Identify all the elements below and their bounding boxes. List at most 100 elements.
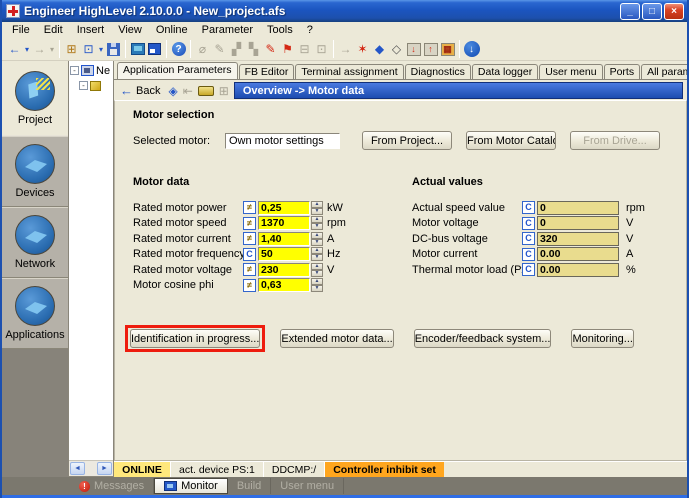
quantity-stepper[interactable]: ▲▼ bbox=[311, 232, 323, 246]
navigate-diamond-icon[interactable]: ◈ bbox=[168, 84, 177, 98]
rated-motor-speed-field[interactable] bbox=[258, 216, 310, 230]
tab-fb-editor[interactable]: FB Editor bbox=[239, 64, 295, 79]
unit-label: kW bbox=[327, 202, 343, 214]
pen-tool-icon[interactable]: ✎ bbox=[211, 40, 228, 58]
extended-motor-data-button[interactable]: Extended motor data... bbox=[280, 329, 393, 348]
select-tool-icon[interactable]: ▞ bbox=[228, 40, 245, 58]
motor-cosine-phi-field[interactable] bbox=[258, 278, 310, 292]
from-project-button[interactable]: From Project... bbox=[362, 131, 452, 150]
close-button[interactable]: × bbox=[664, 3, 684, 20]
scroll-left-icon[interactable]: ◄ bbox=[70, 462, 85, 475]
breadcrumb: Overview -> Motor data bbox=[234, 82, 683, 99]
tab-all-parameters[interactable]: All parameters bbox=[641, 64, 689, 79]
menu-file[interactable]: File bbox=[5, 23, 37, 37]
open-project-icon[interactable]: ⊡ bbox=[80, 40, 97, 58]
content-area: Application Parameters FB Editor Termina… bbox=[114, 61, 687, 477]
identification-button[interactable]: Identification in progress... bbox=[130, 329, 260, 348]
menu-view[interactable]: View bbox=[111, 23, 149, 37]
upload-parameters-icon[interactable]: ↑ bbox=[422, 40, 439, 58]
back-arrow-icon[interactable]: ← bbox=[6, 40, 23, 58]
controller-indicator-icon: C bbox=[522, 201, 535, 214]
tab-terminal-assignment[interactable]: Terminal assignment bbox=[295, 64, 403, 79]
edit-online-icon[interactable]: ✎ bbox=[262, 40, 279, 58]
detach-window-icon[interactable]: ⊞ bbox=[219, 84, 229, 98]
from-motor-catalogue-button[interactable]: From Motor Catalogue... bbox=[466, 131, 556, 150]
open-dropdown-icon[interactable]: ▾ bbox=[97, 40, 105, 58]
menu-help[interactable]: ? bbox=[300, 23, 320, 37]
spin-up-icon: ▲ bbox=[311, 247, 323, 254]
tab-application-parameters[interactable]: Application Parameters bbox=[117, 62, 238, 79]
apply-icon[interactable]: → bbox=[337, 40, 354, 58]
back-button[interactable]: ← Back bbox=[117, 83, 163, 98]
quantity-stepper[interactable]: ▲▼ bbox=[311, 216, 323, 230]
connect-icon[interactable]: ↓ bbox=[463, 40, 480, 58]
rated-motor-current-field[interactable] bbox=[258, 232, 310, 246]
tab-messages[interactable]: ! Messages bbox=[70, 478, 154, 494]
return-view-icon[interactable]: ⇤ bbox=[183, 84, 193, 98]
parameter-label: Thermal motor load (PxI) bbox=[412, 264, 522, 276]
monitor-window-icon[interactable] bbox=[129, 40, 146, 58]
tab-monitor[interactable]: Monitor bbox=[154, 478, 228, 494]
login-icon[interactable]: ◆ bbox=[371, 40, 388, 58]
tab-build[interactable]: Build bbox=[228, 478, 271, 494]
quantity-stepper[interactable]: ▲▼ bbox=[311, 263, 323, 277]
quantity-stepper[interactable]: ▲▼ bbox=[311, 278, 323, 292]
device-node-icon bbox=[90, 81, 101, 91]
menu-edit[interactable]: Edit bbox=[37, 23, 70, 37]
quantity-stepper[interactable]: ▲▼ bbox=[311, 247, 323, 261]
logout-icon[interactable]: ◇ bbox=[388, 40, 405, 58]
save-icon[interactable] bbox=[105, 40, 122, 58]
menu-parameter[interactable]: Parameter bbox=[195, 23, 260, 37]
quantity-stepper[interactable]: ▲▼ bbox=[311, 201, 323, 215]
rated-motor-voltage-field[interactable] bbox=[258, 263, 310, 277]
tab-user-menu[interactable]: User menu bbox=[539, 64, 602, 79]
workspace-panel-icon[interactable] bbox=[146, 40, 163, 58]
toolbar-separator bbox=[190, 40, 191, 58]
tree-horizontal-scrollbar[interactable]: ◄ ► bbox=[69, 460, 113, 476]
tree-root-node[interactable]: - Ne bbox=[70, 63, 113, 78]
tree-child-node[interactable]: - bbox=[70, 78, 113, 93]
tab-diagnostics[interactable]: Diagnostics bbox=[405, 64, 471, 79]
new-project-icon[interactable]: ⊞ bbox=[63, 40, 80, 58]
download-parameters-icon[interactable]: ↓ bbox=[405, 40, 422, 58]
maximize-button[interactable]: □ bbox=[642, 3, 662, 20]
keyboard-icon[interactable] bbox=[198, 86, 214, 96]
parameter-label: Motor voltage bbox=[412, 217, 522, 229]
toolbar: ← ▾ → ▾ ⊞ ⊡ ▾ ? ⌀ ✎ ▞ ▚ ✎ ⚑ ⊟ ⊡ → ✶ ◆ ◇ … bbox=[2, 38, 687, 61]
tab-ports[interactable]: Ports bbox=[604, 64, 641, 79]
sidebar-item-devices[interactable]: Devices bbox=[2, 136, 68, 207]
rated-motor-frequency-field[interactable] bbox=[258, 247, 310, 261]
monitoring-button[interactable]: Monitoring... bbox=[571, 329, 634, 348]
menu-tools[interactable]: Tools bbox=[260, 23, 300, 37]
zoom-tool-icon[interactable]: ⌀ bbox=[194, 40, 211, 58]
status-bar: ONLINE act. device PS:1 DDCMP:/ Controll… bbox=[114, 461, 687, 477]
cascade-windows-icon[interactable]: ⊡ bbox=[313, 40, 330, 58]
parameter-row: Motor current C A bbox=[412, 247, 686, 263]
forward-dropdown-icon[interactable]: ▾ bbox=[48, 40, 56, 58]
menu-online[interactable]: Online bbox=[149, 23, 195, 37]
menu-insert[interactable]: Insert bbox=[70, 23, 112, 37]
tile-windows-icon[interactable]: ⊟ bbox=[296, 40, 313, 58]
help-icon[interactable]: ? bbox=[170, 40, 187, 58]
sidebar-item-network[interactable]: Network bbox=[2, 207, 68, 278]
insert-flag-icon[interactable]: ⚑ bbox=[279, 40, 296, 58]
thermal-motor-load-field bbox=[537, 263, 619, 277]
rated-motor-power-field[interactable] bbox=[258, 201, 310, 215]
collapse-icon[interactable]: - bbox=[70, 66, 79, 75]
collapse-icon[interactable]: - bbox=[79, 81, 88, 90]
go-online-icon[interactable]: ✶ bbox=[354, 40, 371, 58]
controller-indicator-icon: C bbox=[522, 248, 535, 261]
tab-label: Messages bbox=[94, 480, 144, 492]
selected-motor-field[interactable] bbox=[225, 133, 340, 149]
scroll-right-icon[interactable]: ► bbox=[97, 462, 112, 475]
tab-user-menu-bottom[interactable]: User menu bbox=[271, 478, 344, 494]
back-dropdown-icon[interactable]: ▾ bbox=[23, 40, 31, 58]
tab-data-logger[interactable]: Data logger bbox=[472, 64, 538, 79]
sidebar-item-project[interactable]: Project bbox=[2, 61, 68, 135]
transfer-window-icon[interactable]: ▦ bbox=[439, 40, 456, 58]
probe-tool-icon[interactable]: ▚ bbox=[245, 40, 262, 58]
sidebar-item-applications[interactable]: Applications bbox=[2, 278, 68, 349]
forward-arrow-icon[interactable]: → bbox=[31, 40, 48, 58]
minimize-button[interactable]: _ bbox=[620, 3, 640, 20]
encoder-feedback-button[interactable]: Encoder/feedback system... bbox=[414, 329, 552, 348]
